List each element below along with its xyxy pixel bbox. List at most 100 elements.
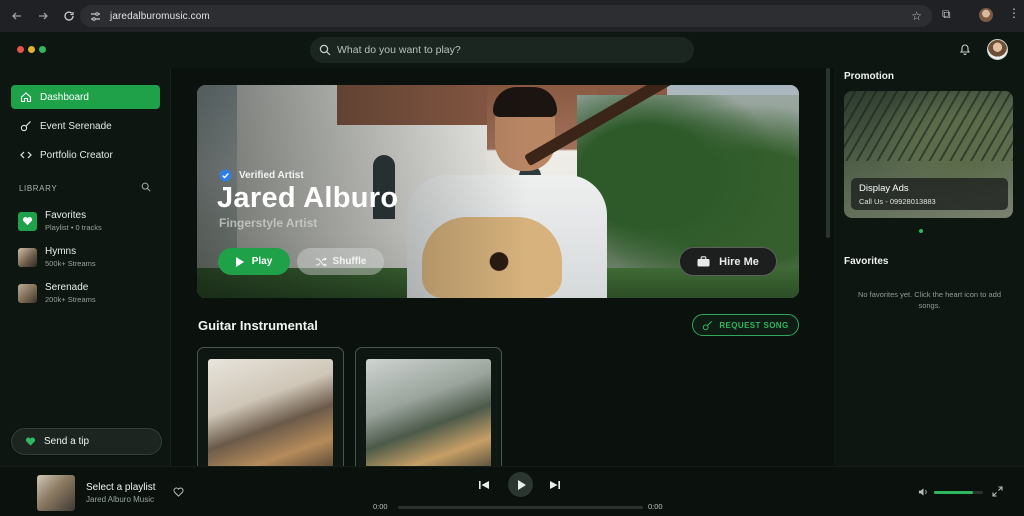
- hymns-thumbnail: [18, 247, 37, 267]
- now-playing-artist: Jared Alburo Music: [86, 495, 155, 504]
- sidebar-item-event-serenade[interactable]: Event Serenade: [11, 114, 160, 138]
- artist-role: Fingerstyle Artist: [219, 216, 318, 230]
- favorites-empty-message: No favorites yet. Click the heart icon t…: [858, 290, 1001, 310]
- guitar-icon: [20, 121, 31, 132]
- shuffle-icon: [315, 256, 327, 267]
- artist-name: Jared Alburo: [217, 182, 399, 214]
- library-header: LIBRARY: [19, 184, 58, 193]
- arrow-right-icon: [39, 12, 48, 20]
- library-item-subtitle: Playlist • 0 tracks: [45, 223, 102, 232]
- request-song-button[interactable]: REQUEST SONG: [692, 314, 799, 336]
- play-icon: [517, 479, 526, 490]
- serenade-thumbnail: [18, 283, 37, 303]
- url-text: jaredalburomusic.com: [110, 10, 210, 22]
- player-bar: Select a playlist Jared Alburo Music 0:0…: [0, 466, 1024, 516]
- home-icon: [20, 92, 32, 103]
- right-panel: Promotion Display Ads Call Us - 09928013…: [834, 68, 1024, 466]
- briefcase-icon: [697, 256, 710, 267]
- browser-toolbar: jaredalburomusic.com ☆ ⧉ ⋮: [0, 0, 1024, 32]
- window-dot-yellow: [28, 46, 35, 53]
- sidebar-item-dashboard[interactable]: Dashboard: [11, 85, 160, 109]
- like-heart-icon[interactable]: [173, 487, 184, 497]
- hire-me-button[interactable]: Hire Me: [679, 247, 777, 276]
- progress-bar[interactable]: [398, 506, 643, 509]
- sidebar-item-label: Event Serenade: [40, 120, 112, 132]
- track-card[interactable]: [355, 347, 502, 466]
- library-item-subtitle: 500k+ Streams: [45, 259, 96, 268]
- window-dots: [17, 46, 46, 53]
- section-title: Guitar Instrumental: [198, 318, 318, 333]
- track-card[interactable]: [197, 347, 344, 466]
- guitar-icon: [703, 320, 713, 330]
- forward-button[interactable]: [32, 5, 54, 27]
- play-button-label: Play: [251, 256, 273, 267]
- library-search-icon[interactable]: [141, 182, 151, 192]
- now-playing-thumbnail: [37, 475, 75, 511]
- ad-title: Display Ads: [859, 183, 909, 194]
- volume-slider-fill: [934, 491, 974, 494]
- current-time: 0:00: [373, 502, 388, 511]
- reload-button[interactable]: [58, 5, 80, 27]
- browser-profile-avatar[interactable]: [979, 8, 993, 22]
- volume-icon[interactable]: [918, 487, 929, 497]
- hire-me-label: Hire Me: [719, 255, 759, 268]
- play-button[interactable]: Play: [218, 248, 290, 275]
- carousel-indicator[interactable]: [919, 229, 923, 233]
- promotion-title: Promotion: [844, 71, 894, 82]
- heart-icon: [25, 437, 36, 446]
- sidebar-item-portfolio-creator[interactable]: Portfolio Creator: [11, 143, 160, 167]
- volume-slider[interactable]: [934, 491, 983, 494]
- code-icon: [20, 151, 32, 159]
- reload-icon: [64, 11, 74, 21]
- verified-check-icon: [219, 169, 232, 182]
- ad-subtitle: Call Us - 09928013883: [859, 197, 936, 206]
- track-card-thumbnail: [366, 359, 491, 466]
- promotion-card[interactable]: Display Ads Call Us - 09928013883: [844, 91, 1013, 218]
- request-song-label: REQUEST SONG: [719, 320, 789, 330]
- library-item-serenade[interactable]: Serenade 200k+ Streams: [18, 280, 158, 306]
- heart-icon: [18, 211, 37, 231]
- previous-track-icon[interactable]: [478, 479, 490, 491]
- search-input[interactable]: What do you want to play?: [310, 37, 694, 63]
- notification-bell-icon[interactable]: [958, 42, 972, 56]
- ad-caption: Display Ads Call Us - 09928013883: [851, 178, 1008, 210]
- sidebar: Dashboard Event Serenade Portfolio Creat…: [0, 68, 171, 466]
- library-item-title: Favorites: [45, 210, 87, 221]
- send-tip-label: Send a tip: [44, 436, 90, 447]
- verified-badge: Verified Artist: [219, 169, 304, 182]
- library-item-subtitle: 200k+ Streams: [45, 295, 96, 304]
- back-button[interactable]: [6, 5, 28, 27]
- verified-badge-label: Verified Artist: [239, 170, 304, 181]
- favorites-title: Favorites: [844, 256, 889, 267]
- extensions-icon[interactable]: ⧉: [942, 7, 951, 22]
- address-bar[interactable]: jaredalburomusic.com ☆: [80, 5, 932, 27]
- sidebar-item-label: Portfolio Creator: [40, 149, 113, 161]
- now-playing-title: Select a playlist: [86, 482, 156, 493]
- send-tip-button[interactable]: Send a tip: [11, 428, 162, 455]
- sidebar-item-label: Dashboard: [40, 91, 89, 103]
- app-header: What do you want to play?: [0, 32, 1024, 68]
- main-scrollbar[interactable]: [826, 68, 830, 238]
- artist-hero-banner: Verified Artist Jared Alburo Fingerstyle…: [197, 85, 799, 298]
- library-item-favorites[interactable]: Favorites Playlist • 0 tracks: [18, 208, 158, 234]
- library-item-title: Hymns: [45, 246, 77, 257]
- site-settings-icon[interactable]: [88, 9, 102, 23]
- search-placeholder: What do you want to play?: [337, 44, 461, 56]
- shuffle-button-label: Shuffle: [332, 256, 367, 267]
- expand-icon[interactable]: [992, 486, 1003, 497]
- user-avatar[interactable]: [987, 39, 1008, 60]
- next-track-icon[interactable]: [549, 479, 561, 491]
- track-card-thumbnail: [208, 359, 333, 466]
- browser-menu-icon[interactable]: ⋮: [1008, 6, 1020, 20]
- library-item-title: Serenade: [45, 282, 89, 293]
- player-play-button[interactable]: [508, 472, 533, 497]
- shuffle-button[interactable]: Shuffle: [297, 248, 384, 275]
- play-icon: [235, 256, 244, 267]
- duration: 0:00: [648, 502, 663, 511]
- library-item-hymns[interactable]: Hymns 500k+ Streams: [18, 244, 158, 270]
- bookmark-star-icon[interactable]: ☆: [911, 9, 922, 23]
- search-icon: [319, 44, 331, 56]
- window-dot-green: [39, 46, 46, 53]
- window-dot-red: [17, 46, 24, 53]
- main-content: Verified Artist Jared Alburo Fingerstyle…: [172, 68, 830, 466]
